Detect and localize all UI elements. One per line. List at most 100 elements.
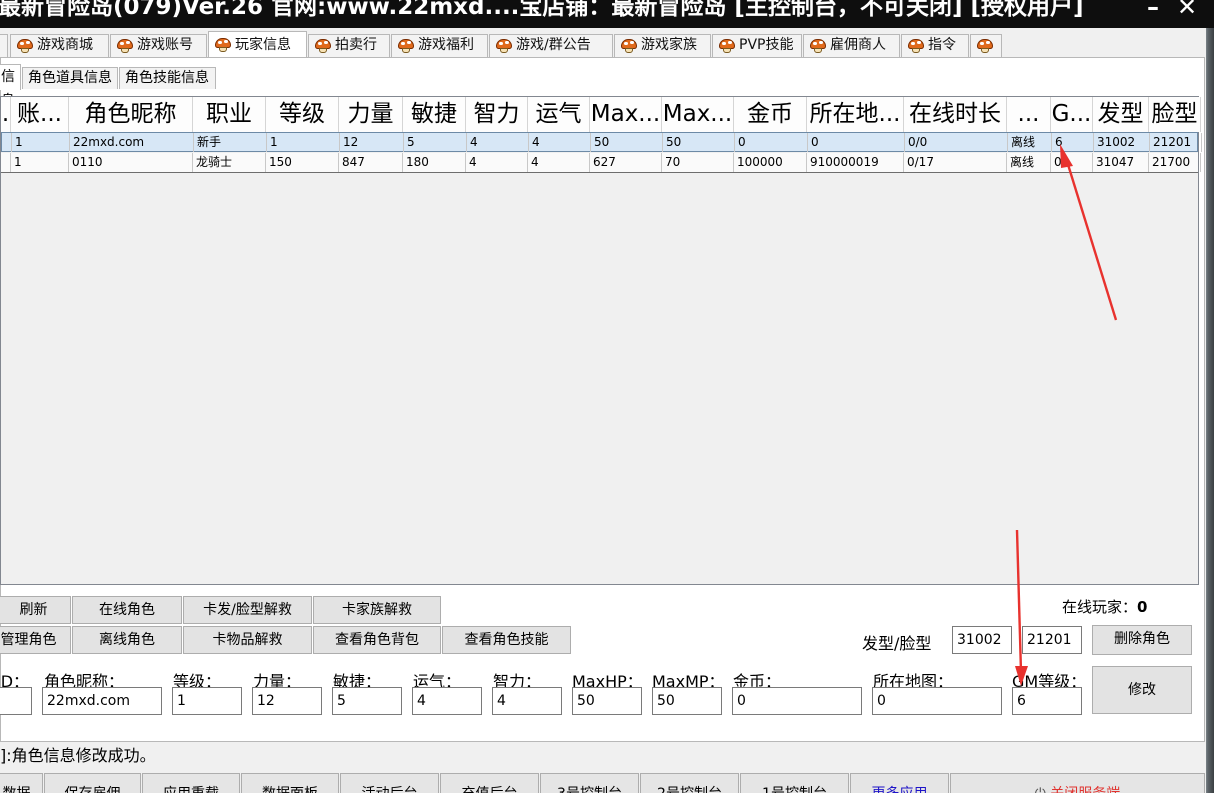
tab-commands[interactable]: 指令 xyxy=(901,34,969,57)
minimize-button[interactable]: – xyxy=(1147,0,1159,20)
header-col-int[interactable]: 智力 xyxy=(466,97,528,132)
recharge-backend-button[interactable]: 充值后台 xyxy=(440,773,539,793)
offline-chars-button[interactable]: 离线角色 xyxy=(72,626,182,654)
int-input[interactable]: 4 xyxy=(492,687,562,715)
bottom-button-label: 数据面板 xyxy=(262,786,318,793)
header-col-meso[interactable]: 金币 xyxy=(734,97,807,132)
name-input[interactable]: 22mxd.com xyxy=(42,687,162,715)
str-input[interactable]: 12 xyxy=(252,687,322,715)
refresh-button[interactable]: 刷新 xyxy=(0,596,71,624)
tab-announcements[interactable]: 游戏/群公告 xyxy=(489,34,613,57)
tab-auction[interactable]: 拍卖行 xyxy=(308,34,390,57)
maxhp-input[interactable]: 50 xyxy=(572,687,642,715)
view-skills-button[interactable]: 查看角色技能 xyxy=(442,626,571,654)
level-input[interactable]: 1 xyxy=(172,687,242,715)
data-panel-button[interactable]: 数据面板 xyxy=(241,773,339,793)
app-reload-button[interactable]: 应用重载 xyxy=(142,773,240,793)
cell-maxhp: 50 xyxy=(591,133,663,152)
cell-index xyxy=(1,153,11,172)
event-backend-button[interactable]: 活动后台 xyxy=(340,773,439,793)
cell-account: 1 xyxy=(12,133,70,152)
tab-game-shop[interactable]: 游戏商城 xyxy=(10,34,109,57)
header-col-job[interactable]: 职业 xyxy=(193,97,266,132)
tab-char-info[interactable]: 信息 xyxy=(0,64,21,109)
header-col-status[interactable]: ... xyxy=(1007,97,1051,132)
cell-meso: 100000 xyxy=(734,153,807,172)
mushroom-icon xyxy=(810,39,826,53)
cell-dex: 5 xyxy=(404,133,467,152)
cell-face: 21700 xyxy=(1149,153,1201,172)
hair-input[interactable]: 31002 xyxy=(952,626,1012,654)
gm-level-input[interactable]: 6 xyxy=(1012,687,1082,715)
meso-input[interactable]: 0 xyxy=(732,687,862,715)
tab-game-benefits[interactable]: 游戏福利 xyxy=(391,34,488,57)
header-col-maxhp[interactable]: Max... xyxy=(590,97,662,132)
tab-char-items[interactable]: 角色道具信息 xyxy=(22,67,118,89)
online-chars-button[interactable]: 在线角色 xyxy=(72,596,182,624)
cell-dex: 180 xyxy=(403,153,466,172)
mushroom-icon xyxy=(215,38,231,52)
view-inventory-button[interactable]: 查看角色背包 xyxy=(313,626,441,654)
header-col-gm[interactable]: G... xyxy=(1051,97,1093,132)
data-button[interactable]: 数据 xyxy=(0,773,43,793)
save-hired-button[interactable]: 保存雇佣 xyxy=(44,773,141,793)
header-col-nickname[interactable]: 角色昵称 xyxy=(69,97,193,132)
cell-maxmp: 70 xyxy=(662,153,734,172)
table-row[interactable]: 1 0110 龙骑士 150 847 180 4 4 627 70 100000 910000019 0… xyxy=(1,153,1201,173)
tab-game-guilds[interactable]: 游戏家族 xyxy=(614,34,711,57)
tab-player-info[interactable]: 玩家信息 xyxy=(208,31,307,58)
character-table: . 账... 角色昵称 职业 等级 力量 敏捷 智力 运气 Max... Max... 金币 所在地..… xyxy=(0,96,1202,585)
header-col-map[interactable]: 所在地... xyxy=(807,97,904,132)
cell-level: 150 xyxy=(266,153,339,172)
header-col-level[interactable]: 等级 xyxy=(266,97,339,132)
face-input[interactable]: 21201 xyxy=(1022,626,1082,654)
power-icon: ⏻ xyxy=(1035,786,1051,793)
maxmp-input[interactable]: 50 xyxy=(652,687,722,715)
unstuck-guild-button[interactable]: 卡家族解救 xyxy=(313,596,441,624)
header-col-maxmp[interactable]: Max... xyxy=(662,97,734,132)
dex-input[interactable]: 5 xyxy=(332,687,402,715)
unstuck-item-button[interactable]: 卡物品解救 xyxy=(183,626,312,654)
luk-input[interactable]: 4 xyxy=(412,687,482,715)
console-2-button[interactable]: 2号控制台 xyxy=(640,773,739,793)
tab-hired-merchants[interactable]: 雇佣商人 xyxy=(803,34,900,57)
tab-more[interactable] xyxy=(970,34,1002,57)
id-input[interactable] xyxy=(0,687,32,715)
header-col-index[interactable]: . xyxy=(1,97,11,132)
manage-chars-button[interactable]: 管理角色 xyxy=(0,626,71,654)
console-3-button[interactable]: 3号控制台 xyxy=(540,773,639,793)
bottom-button-label: 关闭服务端 xyxy=(1050,786,1120,793)
modify-button[interactable]: 修改 xyxy=(1092,666,1192,714)
header-col-account[interactable]: 账... xyxy=(11,97,69,132)
cell-maxmp: 50 xyxy=(663,133,735,152)
cell-index xyxy=(2,133,12,152)
cell-online-time: 0/17 xyxy=(904,153,1007,172)
unstuck-hair-face-button[interactable]: 卡发/脸型解救 xyxy=(183,596,312,624)
mushroom-icon xyxy=(977,39,993,53)
shutdown-server-button[interactable]: ⏻ 关闭服务端 xyxy=(950,773,1205,793)
table-row[interactable]: 1 22mxd.com 新手 1 12 5 4 4 50 50 0 0 0/0 离线 6 31002 21201 xyxy=(1,132,1202,152)
cell-online-time: 0/0 xyxy=(905,133,1008,152)
more-apps-button[interactable]: 更多应用 xyxy=(850,773,949,793)
bottom-button-label: 数据 xyxy=(3,786,31,793)
delete-char-button[interactable]: 删除角色 xyxy=(1092,625,1192,655)
cell-hair: 31047 xyxy=(1093,153,1149,172)
status-text: ]:角色信息修改成功。 xyxy=(0,746,156,765)
header-col-online-time[interactable]: 在线时长 xyxy=(904,97,1007,132)
tab-pvp-skills[interactable]: PVP技能 xyxy=(712,34,802,57)
header-col-hair[interactable]: 发型 xyxy=(1093,97,1149,132)
tab-partial-left[interactable] xyxy=(0,34,8,57)
header-col-str[interactable]: 力量 xyxy=(339,97,403,132)
bottom-toolbar: 数据 保存雇佣 应用重载 数据面板 活动后台 充值后台 3号控制台 2号控制台 1号控制台 更多应… xyxy=(0,773,1205,793)
header-col-face[interactable]: 脸型 xyxy=(1149,97,1201,132)
console-1-button[interactable]: 1号控制台 xyxy=(740,773,849,793)
close-button[interactable]: ✕ xyxy=(1177,0,1197,20)
mushroom-icon xyxy=(315,39,331,53)
tab-game-accounts[interactable]: 游戏账号 xyxy=(110,34,207,57)
cell-map: 910000019 xyxy=(807,153,904,172)
cell-level: 1 xyxy=(267,133,340,152)
header-col-dex[interactable]: 敏捷 xyxy=(403,97,466,132)
map-input[interactable]: 0 xyxy=(872,687,1002,715)
header-col-luk[interactable]: 运气 xyxy=(528,97,590,132)
tab-char-skills[interactable]: 角色技能信息 xyxy=(119,67,216,89)
